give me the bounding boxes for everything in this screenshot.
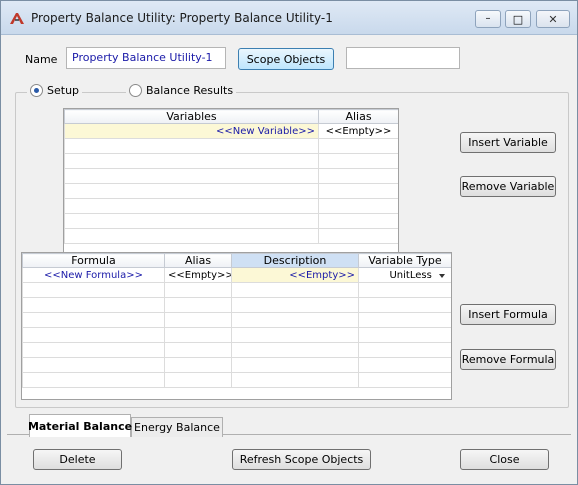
table-row[interactable]	[22, 357, 451, 373]
formula-alias-cell[interactable]: <<Empty>>	[164, 267, 232, 283]
scope-objects-button[interactable]: Scope Objects	[238, 48, 334, 70]
table-row[interactable]	[64, 168, 398, 184]
table-row[interactable]: <<New Variable>> <<Empty>>	[64, 123, 398, 139]
variable-type-header[interactable]: Variable Type	[358, 253, 451, 268]
table-row[interactable]	[22, 327, 451, 343]
variables-header[interactable]: Variables	[64, 109, 319, 124]
table-row[interactable]	[22, 297, 451, 313]
variable-type-cell[interactable]: UnitLess	[358, 267, 451, 283]
insert-variable-button[interactable]: Insert Variable	[460, 132, 556, 153]
minimize-icon: –	[485, 13, 491, 24]
name-field[interactable]: Property Balance Utility-1	[66, 47, 226, 69]
table-row[interactable]	[22, 282, 451, 298]
balance-tabs: Material Balance Energy Balance	[7, 409, 571, 437]
refresh-scope-objects-button[interactable]: Refresh Scope Objects	[232, 449, 371, 470]
property-balance-window: Property Balance Utility: Property Balan…	[0, 0, 578, 485]
radio-selected-icon	[30, 84, 43, 97]
setup-radio[interactable]: Setup	[27, 84, 83, 97]
table-row[interactable]	[22, 342, 451, 358]
table-row[interactable]	[22, 312, 451, 328]
balance-results-radio-label: Balance Results	[146, 84, 234, 97]
description-header[interactable]: Description	[231, 253, 359, 268]
app-icon	[10, 13, 24, 24]
tab-material-balance[interactable]: Material Balance	[28, 414, 132, 437]
new-formula-cell[interactable]: <<New Formula>>	[22, 267, 165, 283]
formula-header[interactable]: Formula	[22, 253, 165, 268]
maximize-button[interactable]: □	[505, 10, 531, 28]
table-row[interactable]	[64, 198, 398, 214]
title-bar[interactable]: Property Balance Utility: Property Balan…	[1, 1, 577, 35]
formula-table[interactable]: Formula Alias Description Variable Type …	[21, 252, 452, 400]
minimize-button[interactable]: –	[475, 10, 501, 28]
variable-alias-cell[interactable]: <<Empty>>	[318, 123, 398, 139]
tab-energy-balance[interactable]: Energy Balance	[131, 417, 223, 437]
formula-alias-header[interactable]: Alias	[164, 253, 232, 268]
table-row[interactable]	[64, 213, 398, 229]
dialog-content: Name Property Balance Utility-1 Scope Ob…	[7, 36, 571, 478]
alias-header[interactable]: Alias	[318, 109, 398, 124]
radio-unselected-icon	[129, 84, 142, 97]
close-window-button[interactable]: ✕	[536, 10, 570, 28]
delete-button[interactable]: Delete	[33, 449, 122, 470]
close-button[interactable]: Close	[460, 449, 549, 470]
table-row[interactable]	[64, 183, 398, 199]
name-label: Name	[25, 53, 58, 66]
remove-formula-button[interactable]: Remove Formula	[460, 349, 556, 370]
maximize-icon: □	[512, 12, 524, 26]
table-row[interactable]	[22, 372, 451, 388]
description-cell[interactable]: <<Empty>>	[231, 267, 359, 283]
scope-objects-field[interactable]	[346, 47, 460, 69]
dropdown-arrow-icon[interactable]	[435, 270, 449, 281]
window-title: Property Balance Utility: Property Balan…	[31, 11, 333, 25]
close-icon: ✕	[548, 12, 558, 26]
new-variable-cell[interactable]: <<New Variable>>	[64, 123, 319, 139]
table-row[interactable]	[64, 228, 398, 244]
balance-results-radio[interactable]: Balance Results	[126, 84, 237, 97]
variables-table[interactable]: Variables Alias <<New Variable>> <<Empty…	[63, 108, 399, 260]
insert-formula-button[interactable]: Insert Formula	[460, 304, 556, 325]
table-row[interactable]	[64, 153, 398, 169]
table-row[interactable]: <<New Formula>> <<Empty>> <<Empty>> Unit…	[22, 267, 451, 283]
variable-type-value: UnitLess	[389, 269, 432, 281]
table-row[interactable]	[64, 138, 398, 154]
setup-radio-label: Setup	[47, 84, 80, 97]
remove-variable-button[interactable]: Remove Variable	[460, 176, 556, 197]
